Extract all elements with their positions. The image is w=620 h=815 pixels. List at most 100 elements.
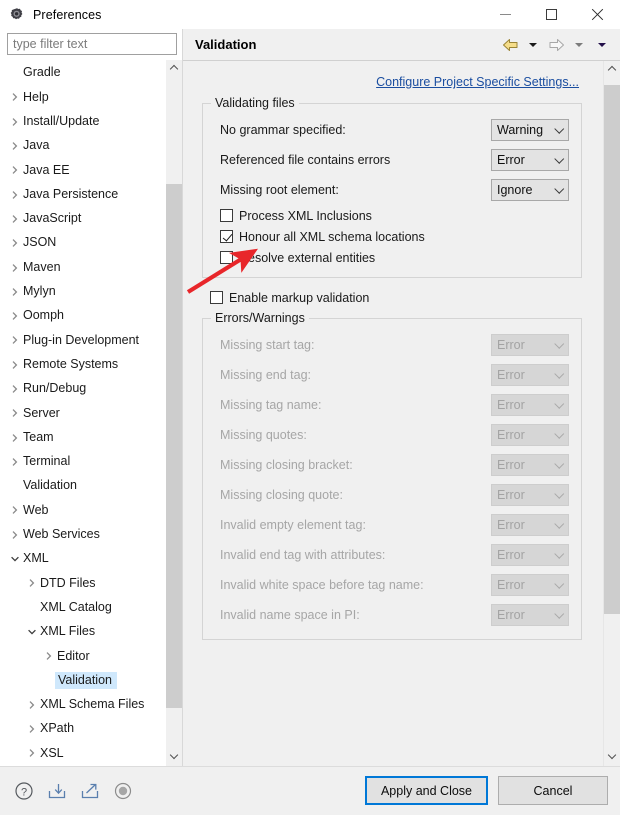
tree-item-editor[interactable]: Editor: [7, 644, 166, 668]
forward-arrow-icon[interactable]: [546, 35, 566, 55]
tree-item-validation[interactable]: Validation: [7, 474, 166, 498]
tree-item-help[interactable]: Help: [7, 85, 166, 109]
configure-project-specific-settings-link[interactable]: Configure Project Specific Settings...: [376, 75, 579, 89]
tree-item-json[interactable]: JSON: [7, 231, 166, 255]
tree-twisty[interactable]: [24, 724, 40, 734]
tree-twisty[interactable]: [7, 554, 23, 564]
tree-item-xml-catalog[interactable]: XML Catalog: [7, 596, 166, 620]
tree-item-remote-systems[interactable]: Remote Systems: [7, 353, 166, 377]
content-scroll-thumb[interactable]: [604, 85, 620, 615]
close-button[interactable]: [574, 0, 620, 29]
export-preferences-icon[interactable]: [79, 780, 101, 802]
maximize-button[interactable]: [528, 0, 574, 29]
right-pane: Validation: [183, 29, 620, 766]
tree-scrollbar[interactable]: [166, 60, 182, 766]
tree-scroll-down-button[interactable]: [166, 749, 182, 766]
help-icon[interactable]: ?: [13, 780, 35, 802]
tree-item-xml-schema-files[interactable]: XML Schema Files: [7, 693, 166, 717]
severity-combo[interactable]: Warning: [491, 119, 569, 141]
view-menu-icon[interactable]: [592, 35, 612, 55]
cancel-button[interactable]: Cancel: [498, 776, 608, 805]
content-scroll-down-button[interactable]: [604, 749, 620, 766]
filter-input-wrapper[interactable]: type filter text: [7, 33, 177, 55]
tree-item-web[interactable]: Web: [7, 498, 166, 522]
tree-item-web-services[interactable]: Web Services: [7, 523, 166, 547]
enable-markup-validation-row[interactable]: Enable markup validation: [202, 287, 582, 308]
tree-twisty[interactable]: [7, 311, 23, 321]
tree-twisty[interactable]: [7, 141, 23, 151]
minimize-button[interactable]: [482, 0, 528, 29]
forward-history-dropdown-icon[interactable]: [569, 35, 589, 55]
tree-scroll-track[interactable]: [166, 77, 182, 749]
tree-scroll-thumb[interactable]: [166, 184, 182, 708]
checkbox[interactable]: [220, 209, 233, 222]
tree-twisty[interactable]: [24, 627, 40, 637]
tree-twisty[interactable]: [7, 530, 23, 540]
content-scroll-track[interactable]: [604, 78, 620, 749]
field-row: Invalid name space in PI:Error: [213, 600, 571, 630]
tree-twisty[interactable]: [7, 287, 23, 297]
back-history-dropdown-icon[interactable]: [523, 35, 543, 55]
checkbox-row[interactable]: Resolve external entities: [213, 247, 571, 268]
tree-twisty[interactable]: [7, 263, 23, 273]
tree-twisty[interactable]: [7, 433, 23, 443]
chevron-down-icon: [551, 491, 568, 500]
restore-defaults-icon[interactable]: [112, 780, 134, 802]
import-preferences-icon[interactable]: [46, 780, 68, 802]
content-scrollbar[interactable]: [603, 61, 620, 766]
tree-twisty[interactable]: [41, 651, 57, 661]
tree-twisty[interactable]: [7, 457, 23, 467]
field-label: Missing closing quote:: [220, 488, 491, 502]
tree-item-xpath[interactable]: XPath: [7, 717, 166, 741]
tree-item-validation[interactable]: Validation: [7, 668, 166, 692]
tree-twisty[interactable]: [24, 748, 40, 758]
tree-item-team[interactable]: Team: [7, 425, 166, 449]
checkbox-row[interactable]: Process XML Inclusions: [213, 205, 571, 226]
tree-twisty[interactable]: [7, 505, 23, 515]
field-label: Missing end tag:: [220, 368, 491, 382]
tree-twisty[interactable]: [7, 335, 23, 345]
tree-item-dtd-files[interactable]: DTD Files: [7, 571, 166, 595]
preference-tree[interactable]: GradleHelpInstall/UpdateJavaJava EE Java …: [7, 60, 166, 766]
tree-item-label: Java Persistence: [23, 187, 122, 203]
tree-twisty[interactable]: [7, 360, 23, 370]
tree-twisty[interactable]: [7, 117, 23, 127]
tree-twisty[interactable]: [7, 214, 23, 224]
back-arrow-icon[interactable]: [500, 35, 520, 55]
severity-combo[interactable]: Ignore: [491, 179, 569, 201]
tree-item-install-update[interactable]: Install/Update: [7, 110, 166, 134]
tree-item-mylyn[interactable]: Mylyn: [7, 280, 166, 304]
tree-twisty[interactable]: [7, 92, 23, 102]
enable-markup-validation-checkbox[interactable]: [210, 291, 223, 304]
content-scroll-up-button[interactable]: [604, 61, 620, 78]
tree-item-maven[interactable]: Maven: [7, 255, 166, 279]
tree-item-xml-files[interactable]: XML Files: [7, 620, 166, 644]
tree-twisty[interactable]: [24, 578, 40, 588]
tree-twisty[interactable]: [7, 408, 23, 418]
tree-item-oomph[interactable]: Oomph: [7, 304, 166, 328]
tree-twisty[interactable]: [7, 165, 23, 175]
tree-twisty[interactable]: [24, 700, 40, 710]
checkbox-row[interactable]: Honour all XML schema locations: [213, 226, 571, 247]
tree-item-label: Run/Debug: [23, 381, 90, 397]
severity-combo[interactable]: Error: [491, 149, 569, 171]
tree-item-xsl[interactable]: XSL: [7, 741, 166, 765]
tree-twisty[interactable]: [7, 190, 23, 200]
tree-item-run-debug[interactable]: Run/Debug: [7, 377, 166, 401]
apply-and-close-button[interactable]: Apply and Close: [365, 776, 488, 805]
tree-item-plug-in-development[interactable]: Plug-in Development: [7, 328, 166, 352]
checkbox[interactable]: [220, 251, 233, 264]
checkbox[interactable]: [220, 230, 233, 243]
tree-item-gradle[interactable]: Gradle: [7, 61, 166, 85]
tree-twisty[interactable]: [7, 238, 23, 248]
tree-item-label: Team: [23, 430, 58, 446]
tree-item-java-persistence[interactable]: Java Persistence: [7, 182, 166, 206]
tree-item-xml[interactable]: XML: [7, 547, 166, 571]
tree-item-javascript[interactable]: JavaScript: [7, 207, 166, 231]
tree-item-java-ee[interactable]: Java EE: [7, 158, 166, 182]
tree-scroll-up-button[interactable]: [166, 60, 182, 77]
tree-item-terminal[interactable]: Terminal: [7, 450, 166, 474]
tree-item-java[interactable]: Java: [7, 134, 166, 158]
tree-item-server[interactable]: Server: [7, 401, 166, 425]
tree-twisty[interactable]: [7, 384, 23, 394]
